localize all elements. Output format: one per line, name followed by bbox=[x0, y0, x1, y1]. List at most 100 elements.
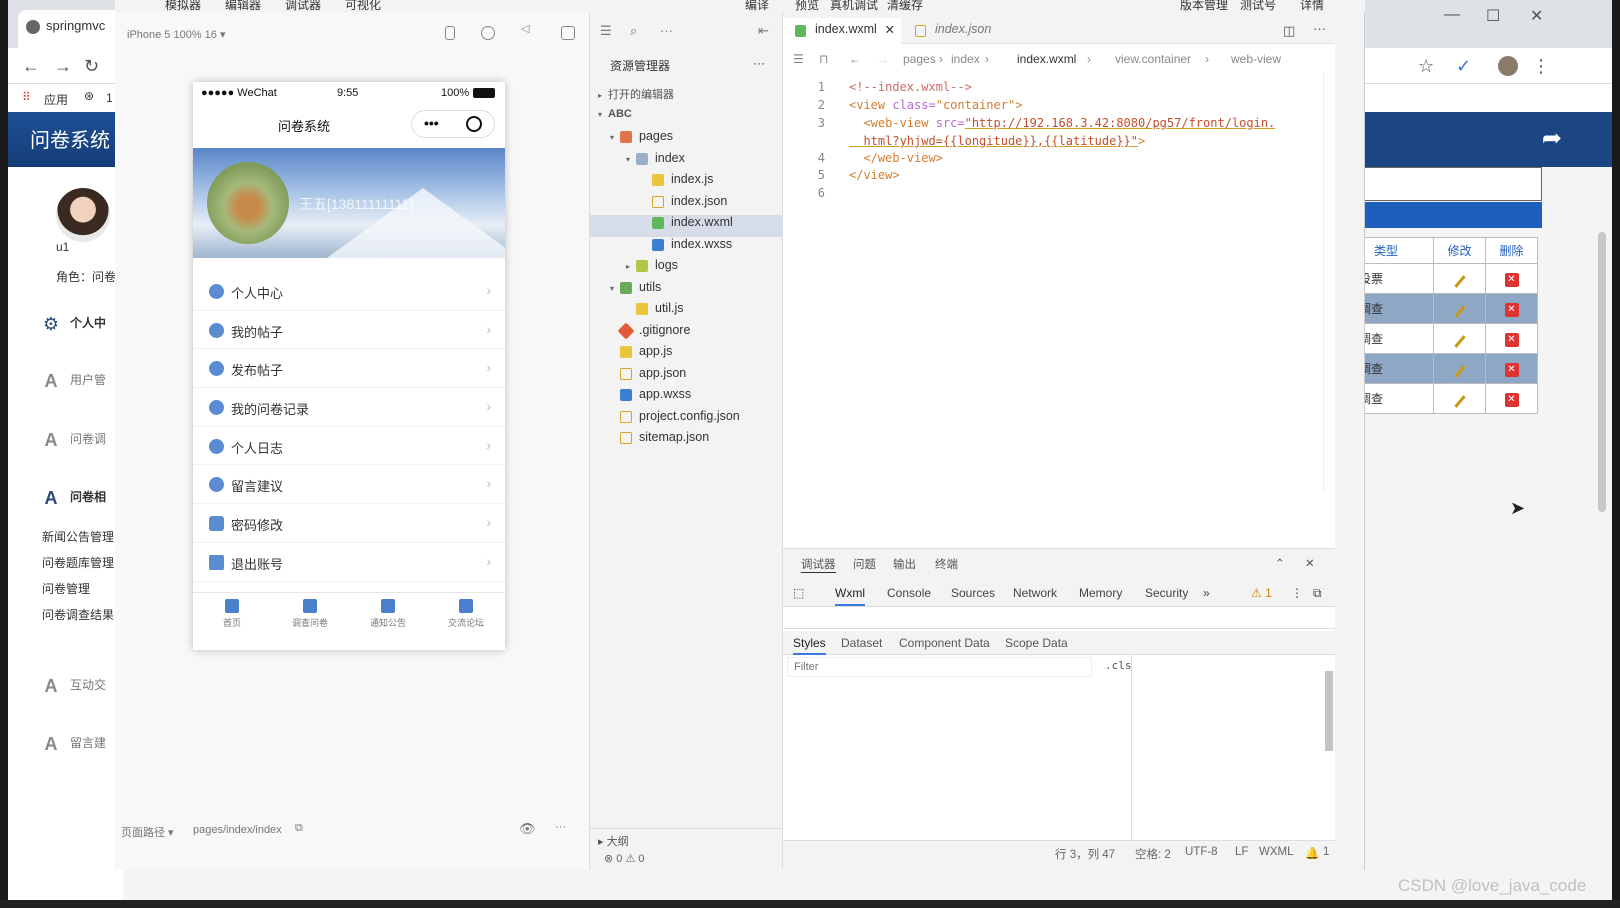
tab-debugger[interactable]: 调试器 bbox=[801, 556, 836, 573]
menu-item-logout[interactable]: 退出账号 › bbox=[193, 543, 505, 582]
tab-wxml[interactable]: Wxml bbox=[835, 586, 865, 606]
more-tabs-icon[interactable]: » bbox=[1203, 586, 1210, 600]
breadcrumb-item[interactable]: index bbox=[951, 52, 980, 66]
menu-item-publish-post[interactable]: 发布帖子 › bbox=[193, 349, 505, 389]
code-line[interactable]: html?yhjwd={{longitude}},{{latitude}}"> bbox=[783, 134, 1335, 152]
maximize-icon[interactable]: ☐ bbox=[1486, 6, 1500, 26]
collapse-panel-icon[interactable]: ⇤ bbox=[758, 23, 769, 39]
browser-menu-icon[interactable]: ⋮ bbox=[1532, 56, 1550, 77]
bookmark-label[interactable]: 1 bbox=[106, 91, 113, 105]
collapse-up-icon[interactable]: ⌃ bbox=[1275, 556, 1285, 570]
menu-debugger[interactable]: 调试器 bbox=[285, 0, 321, 12]
undock-icon[interactable]: ⧉ bbox=[1313, 586, 1322, 601]
kebab-icon[interactable]: ⋮ bbox=[1291, 586, 1303, 600]
delete-button[interactable]: ✕ bbox=[1485, 353, 1538, 384]
menu-editor[interactable]: 编辑器 bbox=[225, 0, 261, 12]
more-horizontal-icon[interactable]: ··· bbox=[660, 23, 673, 38]
split-editor-icon[interactable]: ◫ bbox=[1283, 23, 1295, 39]
sidebar-item-feedback[interactable]: A 留言建 bbox=[40, 734, 107, 753]
menu-item-survey-records[interactable]: 我的问卷记录 › bbox=[193, 388, 505, 427]
breadcrumb-item[interactable]: pages bbox=[903, 52, 936, 66]
project-section[interactable]: ▾ ABC bbox=[590, 108, 783, 130]
tab-security[interactable]: Security bbox=[1145, 586, 1188, 600]
menu-clear-cache[interactable]: 清缓存 bbox=[887, 0, 923, 12]
tab-problems[interactable]: 问题 bbox=[853, 556, 876, 572]
outline-section[interactable]: ▸ 大纲 bbox=[590, 828, 783, 848]
code-line[interactable]: 2 <view class="container"> bbox=[783, 98, 1335, 116]
page-scrollbar[interactable] bbox=[1598, 232, 1606, 512]
tab-notice[interactable]: 通知公告 bbox=[349, 599, 427, 629]
star-icon[interactable]: ☆ bbox=[1418, 56, 1434, 77]
close-capsule-icon[interactable] bbox=[466, 116, 482, 132]
menu-simulator[interactable]: 模拟器 bbox=[165, 0, 201, 12]
menu-real-device[interactable]: 真机调试 bbox=[830, 0, 878, 12]
tree-file-util-js[interactable]: util.js bbox=[590, 301, 783, 323]
volume-icon[interactable]: ◁ bbox=[521, 22, 535, 36]
problems-count[interactable]: ⊗ 0 ⚠ 0 bbox=[604, 852, 644, 865]
code-line[interactable]: 3 <web-view src="http://192.168.3.42:808… bbox=[783, 116, 1335, 134]
back-icon[interactable]: ← bbox=[22, 56, 40, 77]
menu-item-personal-center[interactable]: 个人中心 › bbox=[193, 272, 505, 311]
tree-file-app-wxss[interactable]: app.wxss bbox=[590, 387, 783, 409]
bookmark-apps[interactable]: 应用 bbox=[44, 91, 68, 108]
sidebar-subitem-survey-results[interactable]: 问卷调查结果 bbox=[42, 606, 114, 623]
tree-file-app-json[interactable]: app.json bbox=[590, 366, 783, 388]
tab-memory[interactable]: Memory bbox=[1079, 586, 1122, 600]
sidebar-subitem-survey-manage[interactable]: 问卷管理 bbox=[42, 580, 90, 597]
sidebar-item-interaction[interactable]: A 互动交 bbox=[40, 676, 107, 695]
code-line[interactable]: 4 </web-view> bbox=[783, 151, 1335, 169]
reload-icon[interactable]: ↻ bbox=[84, 56, 99, 77]
tab-network[interactable]: Network bbox=[1013, 586, 1057, 600]
explorer-more-icon[interactable]: ··· bbox=[753, 56, 765, 70]
edit-button[interactable] bbox=[1433, 323, 1486, 354]
menu-version[interactable]: 版本管理 bbox=[1180, 0, 1228, 12]
more-icon[interactable]: ··· bbox=[555, 821, 566, 833]
panel-divider[interactable] bbox=[1131, 655, 1132, 841]
tab-dataset[interactable]: Dataset bbox=[841, 636, 882, 650]
forward-arrow-icon[interactable]: → bbox=[877, 52, 889, 66]
menu-compile[interactable]: 编译 bbox=[745, 0, 769, 12]
menu-test-account[interactable]: 测试号 bbox=[1240, 0, 1276, 12]
tab-index-json[interactable]: index.json bbox=[903, 18, 1003, 44]
tree-file-sitemap[interactable]: sitemap.json bbox=[590, 430, 783, 452]
delete-button[interactable]: ✕ bbox=[1485, 383, 1538, 414]
breadcrumb-item[interactable]: web-view bbox=[1231, 52, 1281, 66]
bell-icon[interactable]: 🔔 bbox=[1305, 846, 1319, 860]
search-icon[interactable]: ⌕ bbox=[630, 23, 637, 39]
tree-file-app-js[interactable]: app.js bbox=[590, 344, 783, 366]
breadcrumb-item[interactable]: view.container bbox=[1115, 52, 1191, 66]
tree-file-project-config[interactable]: project.config.json bbox=[590, 409, 783, 431]
back-arrow-icon[interactable]: ← bbox=[849, 52, 861, 66]
sidebar-item-survey[interactable]: A 问卷调 bbox=[40, 430, 107, 449]
bookmark-globe-icon[interactable]: ⊛ bbox=[84, 89, 94, 103]
device-select[interactable]: iPhone 5 100% 16 ▾ bbox=[127, 28, 225, 41]
close-window-icon[interactable]: ✕ bbox=[1530, 6, 1543, 26]
sidebar-item-survey-related[interactable]: A 问卷相 bbox=[40, 488, 107, 507]
tab-console[interactable]: Console bbox=[887, 586, 931, 600]
more-dots-icon[interactable]: ••• bbox=[424, 115, 439, 131]
profile-avatar[interactable] bbox=[1498, 56, 1518, 76]
tab-home[interactable]: 首页 bbox=[193, 599, 271, 629]
warning-count[interactable]: ⚠ 1 bbox=[1251, 586, 1272, 600]
cls-toggle[interactable]: .cls bbox=[1105, 659, 1132, 672]
list-icon[interactable]: ☰ bbox=[600, 23, 612, 39]
edit-button[interactable] bbox=[1433, 353, 1486, 384]
minimize-icon[interactable]: — bbox=[1444, 6, 1460, 24]
line-ending[interactable]: LF bbox=[1235, 846, 1248, 858]
edit-button[interactable] bbox=[1433, 293, 1486, 324]
menu-details[interactable]: 详情 bbox=[1300, 0, 1324, 12]
menu-visual[interactable]: 可视化 bbox=[345, 0, 381, 12]
edit-button[interactable] bbox=[1433, 383, 1486, 414]
menu-item-my-posts[interactable]: 我的帖子 › bbox=[193, 311, 505, 350]
editor-more-icon[interactable]: ··· bbox=[1313, 21, 1326, 36]
delete-button[interactable]: ✕ bbox=[1485, 293, 1538, 324]
indent-spaces[interactable]: 空格: 2 bbox=[1135, 846, 1171, 862]
tab-index-wxml[interactable]: index.wxml ✕ bbox=[783, 18, 901, 44]
apps-grid-icon[interactable]: ⠿ bbox=[22, 90, 31, 104]
popout-icon[interactable] bbox=[561, 26, 575, 40]
forward-icon[interactable]: → bbox=[54, 56, 72, 77]
breadcrumb-item[interactable]: index.wxml bbox=[1017, 52, 1076, 66]
tree-file-index-js[interactable]: index.js bbox=[590, 172, 783, 194]
tree-folder-pages[interactable]: ▾ pages bbox=[590, 129, 783, 151]
tab-scope-data[interactable]: Scope Data bbox=[1005, 636, 1068, 650]
